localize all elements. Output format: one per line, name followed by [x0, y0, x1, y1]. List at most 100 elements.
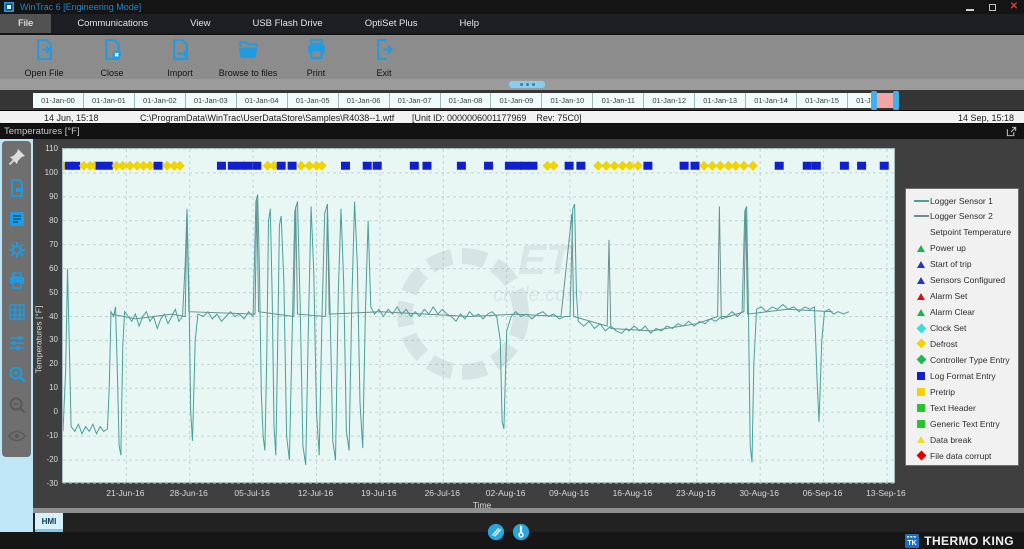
svg-text:ET: ET: [518, 236, 575, 283]
legend-marker-square: [912, 387, 930, 396]
legend-item: Data break: [912, 432, 1018, 447]
event-defrost-marker: [548, 160, 559, 171]
legend-item: Start of trip: [912, 257, 1018, 272]
event-log-format-marker: [227, 161, 237, 170]
menu-item-communications[interactable]: Communications: [61, 14, 164, 33]
close-button[interactable]: ✕: [1008, 2, 1020, 13]
x-tick-label: 30-Aug-16: [739, 488, 780, 498]
menu-item-optiset-plus[interactable]: OptiSet Plus: [349, 14, 434, 33]
legend-item: Alarm Clear: [912, 305, 1018, 320]
pin-icon[interactable]: [7, 147, 27, 167]
toolbar-label: Close: [100, 67, 124, 78]
close-button[interactable]: Close: [80, 37, 144, 78]
status-bar: TK THERMO KING: [0, 523, 1024, 549]
filter-sliders-icon[interactable]: [7, 333, 27, 353]
legend-item: Logger Sensor 1: [912, 193, 1018, 208]
window-title: WinTrac 6 [Engineering Mode]: [20, 2, 142, 12]
event-log-format-marker: [774, 161, 784, 170]
open-file-button[interactable]: Open File: [12, 37, 76, 78]
timeline-label: 01-Jan-13: [694, 93, 745, 108]
open-file-icon: [32, 37, 57, 67]
timeline-label: 01-Jan-05: [286, 93, 338, 108]
x-tick-label: 23-Aug-16: [675, 488, 716, 498]
legend-item: Power up: [912, 241, 1018, 256]
menu-item-view[interactable]: View: [174, 14, 226, 33]
report-file-icon[interactable]: [7, 178, 27, 198]
x-tick-label: 12-Jul-16: [297, 488, 334, 498]
watermark: ETcricle.com: [397, 236, 583, 380]
series-logger-sensor-2: [111, 199, 833, 332]
timeline-track[interactable]: 01-Jan-00 01-Jan-01 01-Jan-02 01-Jan-03 01-J…: [33, 93, 898, 108]
legend-label: Sensors Configured: [930, 275, 1006, 286]
timeline-label: 01-Jan-15: [796, 93, 847, 108]
event-log-format-marker: [456, 161, 466, 170]
toolbar-label: Exit: [376, 67, 392, 78]
legend-item: Pretrip: [912, 384, 1018, 399]
legend-marker-line: [912, 199, 930, 202]
event-log-format-marker: [362, 161, 372, 170]
signature-pen-icon[interactable]: [487, 523, 505, 541]
menu-item-help[interactable]: Help: [444, 14, 496, 33]
brand-text: THERMO KING: [924, 533, 1014, 548]
legend-item: Alarm Set: [912, 289, 1018, 304]
plot-area[interactable]: ET cricle.com: [62, 148, 896, 484]
controller-device-icon[interactable]: [7, 209, 27, 229]
maximize-button[interactable]: [986, 2, 998, 13]
exit-icon: [372, 37, 397, 67]
y-tick-label: 70: [49, 239, 58, 249]
toolbar-label: Browse to files: [218, 67, 278, 78]
x-tick-label: 19-Jul-16: [361, 488, 397, 498]
legend-label: Data break: [930, 434, 972, 445]
settings-gear-icon[interactable]: [7, 240, 27, 260]
minimize-button[interactable]: [964, 2, 976, 13]
browse-to-files-button[interactable]: Browse to files: [216, 37, 280, 78]
app-icon: [4, 2, 14, 12]
event-log-format-marker: [340, 161, 350, 170]
legend-item: Generic Text Entry: [912, 416, 1018, 431]
legend-item: Clock Set: [912, 321, 1018, 336]
thermometer-icon[interactable]: [512, 523, 530, 541]
timeline-label: 01-Jan-14: [745, 93, 796, 108]
menu-item-file[interactable]: File: [0, 14, 52, 33]
splitter-handle[interactable]: [509, 81, 545, 88]
event-log-format-marker: [153, 161, 163, 170]
data-grid-icon[interactable]: [7, 302, 27, 322]
event-log-format-marker: [372, 161, 382, 170]
event-log-format-marker: [287, 161, 297, 170]
legend-item: Sensors Configured: [912, 273, 1018, 288]
legend-label: Text Header: [930, 402, 976, 413]
exit-button[interactable]: Exit: [352, 37, 416, 78]
event-defrost-marker: [633, 160, 643, 171]
zoom-in-icon[interactable]: [7, 364, 27, 384]
y-tick-label: 60: [49, 263, 58, 273]
view-eye-icon: [7, 426, 27, 446]
splitter-bar: [0, 79, 1024, 90]
tab-hmi[interactable]: HMI: [35, 513, 63, 532]
legend-item: Text Header: [912, 400, 1018, 415]
close-icon: ✕: [1009, 1, 1019, 12]
legend-marker-diamond: [912, 338, 930, 349]
legend-item: File data corrupt: [912, 448, 1018, 463]
title-bar: WinTrac 6 [Engineering Mode] ✕: [0, 0, 1024, 14]
print-icon[interactable]: [7, 271, 27, 291]
y-tick-label: 10: [49, 383, 58, 393]
event-log-format-marker: [276, 161, 286, 170]
sidebar-toolbox: [2, 141, 31, 457]
x-tick-label: 26-Jul-16: [424, 488, 460, 498]
print-button[interactable]: Print: [284, 37, 348, 78]
legend-item: Log Format Entry: [912, 368, 1018, 383]
legend-label: Power up: [930, 243, 966, 254]
menu-item-usb-flash-drive[interactable]: USB Flash Drive: [236, 14, 338, 33]
y-tick-label: 0: [53, 407, 58, 417]
popout-icon[interactable]: [1006, 126, 1017, 137]
timeline-label: 01-Jan-09: [490, 93, 541, 108]
toolbar-label: Import: [167, 67, 193, 78]
legend-marker-diamond: [912, 450, 930, 461]
import-button[interactable]: Import: [148, 37, 212, 78]
x-tick-label: 06-Sep-16: [802, 488, 843, 498]
event-log-format-marker: [71, 161, 81, 170]
legend-marker-square: [912, 403, 930, 412]
svg-text:cricle.com: cricle.com: [493, 284, 583, 306]
info-bar: 14 Jun, 15:18 C:\ProgramData\WinTrac\Use…: [0, 110, 1024, 124]
y-tick-label: -20: [46, 455, 58, 465]
